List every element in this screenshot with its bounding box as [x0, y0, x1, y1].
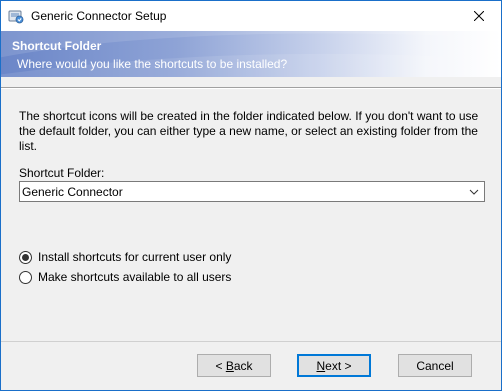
back-button[interactable]: < Back [197, 354, 271, 377]
back-button-rest: ack [233, 358, 253, 373]
option-current-user[interactable]: Install shortcuts for current user only [19, 249, 231, 265]
chevron-down-icon[interactable] [468, 186, 480, 198]
footer-divider [1, 341, 501, 342]
next-button[interactable]: Next > [297, 354, 371, 377]
setup-window: Generic Connector Setup Shortcut Folder … [0, 0, 502, 391]
option-all-users-label[interactable]: Make shortcuts available to all users [38, 270, 231, 284]
radio-current-user[interactable] [19, 250, 32, 264]
option-all-users[interactable]: Make shortcuts available to all users [19, 269, 231, 285]
shortcut-folder-combobox[interactable]: Generic Connector [19, 181, 485, 202]
option-current-user-label[interactable]: Install shortcuts for current user only [38, 250, 231, 264]
setup-app-icon [8, 10, 24, 24]
banner-title: Shortcut Folder [12, 39, 102, 53]
header-divider [1, 87, 501, 89]
back-button-mnemonic: B [225, 358, 234, 373]
cancel-button[interactable]: Cancel [398, 354, 472, 377]
next-button-rest: ext > [325, 358, 352, 373]
header-banner: Shortcut Folder Where would you like the… [1, 31, 501, 77]
banner-subtitle: Where would you like the shortcuts to be… [17, 57, 288, 71]
close-icon [474, 11, 484, 21]
title-bar[interactable]: Generic Connector Setup [1, 1, 501, 31]
close-button[interactable] [457, 1, 501, 31]
radio-all-users[interactable] [19, 270, 32, 284]
shortcut-folder-label: Shortcut Folder: [19, 166, 105, 180]
next-button-mnemonic: N [316, 358, 326, 373]
shortcut-folder-value[interactable]: Generic Connector [22, 185, 123, 199]
description-text: The shortcut icons will be created in th… [19, 109, 479, 153]
back-button-prefix: < [215, 358, 226, 373]
window-title: Generic Connector Setup [31, 9, 167, 23]
